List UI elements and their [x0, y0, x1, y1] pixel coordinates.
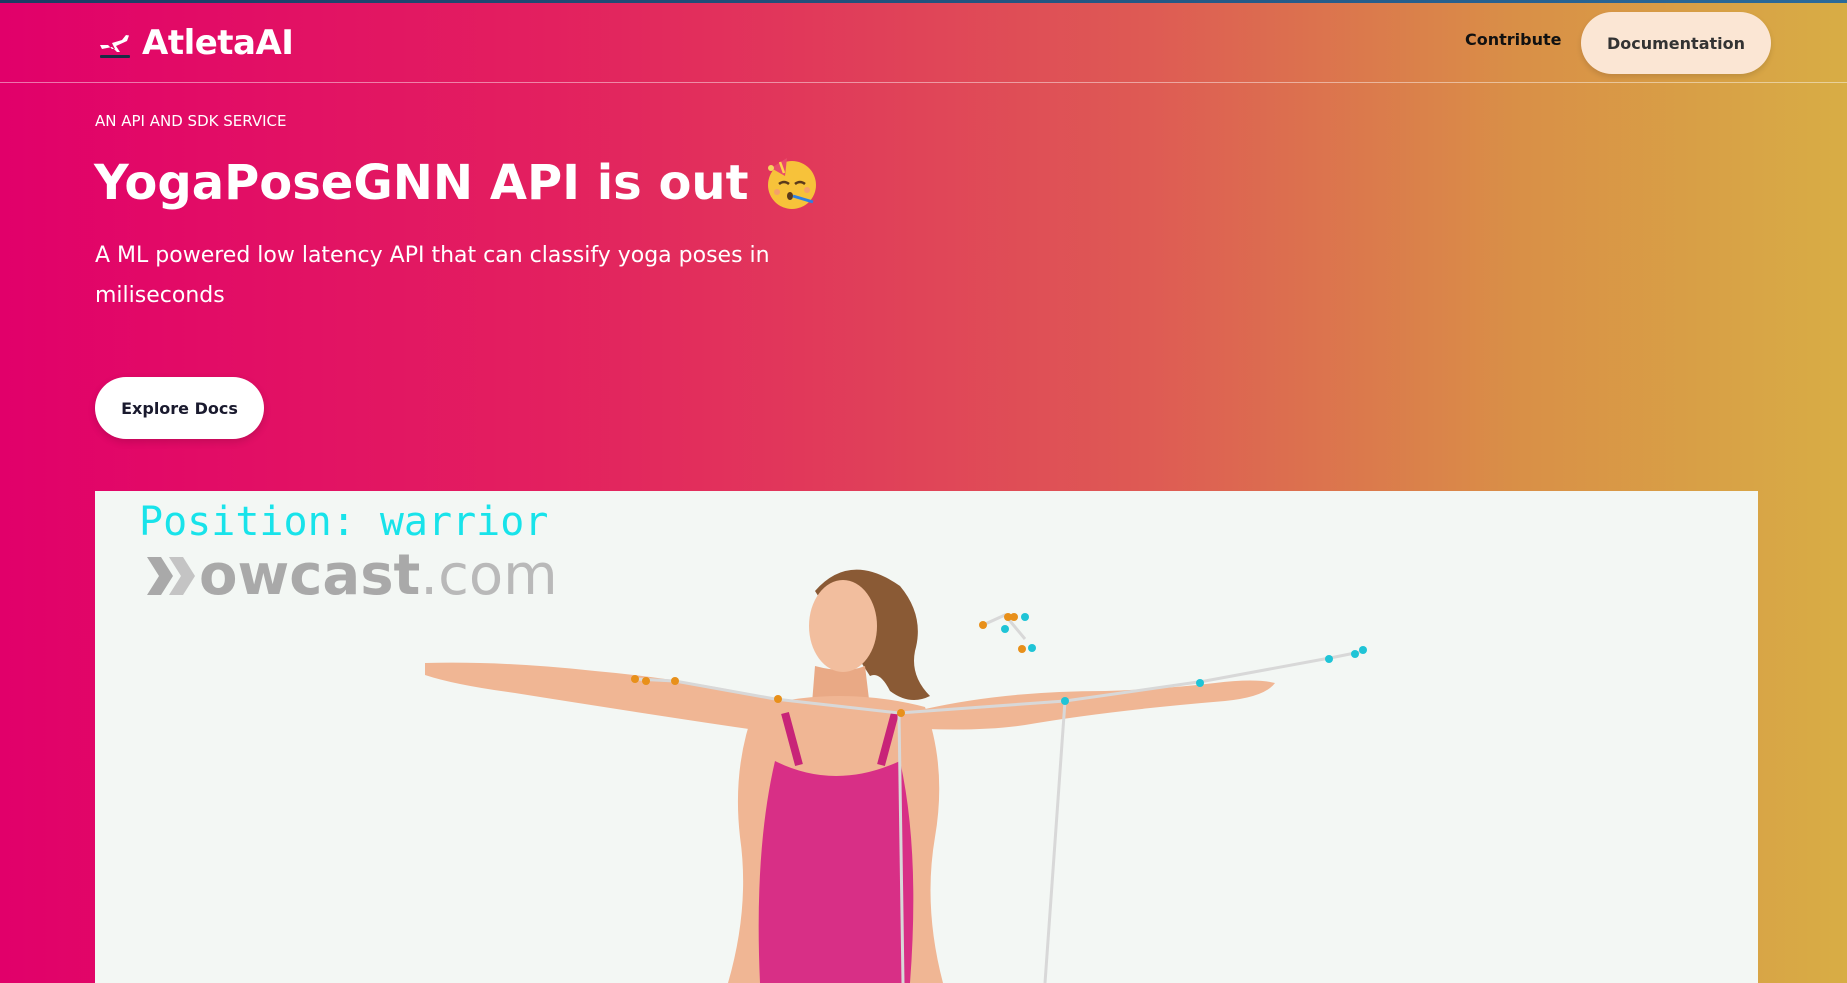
hero-title-text: YogaPoseGNN API is out: [94, 155, 749, 211]
landing-page: AtletaAI Contribute Documentation AN API…: [0, 0, 1847, 983]
howcast-watermark: owcast .com: [143, 543, 558, 608]
navbar: AtletaAI Contribute Documentation: [0, 3, 1847, 83]
hero-subtitle: A ML powered low latency API that can cl…: [95, 243, 770, 308]
brand-name: AtletaAI: [142, 23, 294, 63]
watermark-domain: .com: [420, 543, 558, 608]
howcast-logo-icon: [147, 556, 195, 595]
nav-contribute-link[interactable]: Contribute: [1465, 30, 1562, 49]
hero-title: YogaPoseGNN API is out: [94, 154, 821, 212]
watermark-brand: owcast: [199, 543, 421, 608]
pose-demo-frame: Position: warrior owcast .com: [95, 491, 1758, 983]
documentation-button[interactable]: Documentation: [1581, 12, 1771, 74]
brand-logo-link[interactable]: AtletaAI: [96, 23, 294, 63]
partying-face-emoji-icon: [767, 158, 816, 209]
pose-classification-label: Position: warrior: [139, 499, 549, 545]
airplane-takeoff-icon: [100, 35, 130, 58]
explore-docs-button[interactable]: Explore Docs: [95, 377, 264, 439]
hero-eyebrow: AN API AND SDK SERVICE: [95, 112, 287, 130]
